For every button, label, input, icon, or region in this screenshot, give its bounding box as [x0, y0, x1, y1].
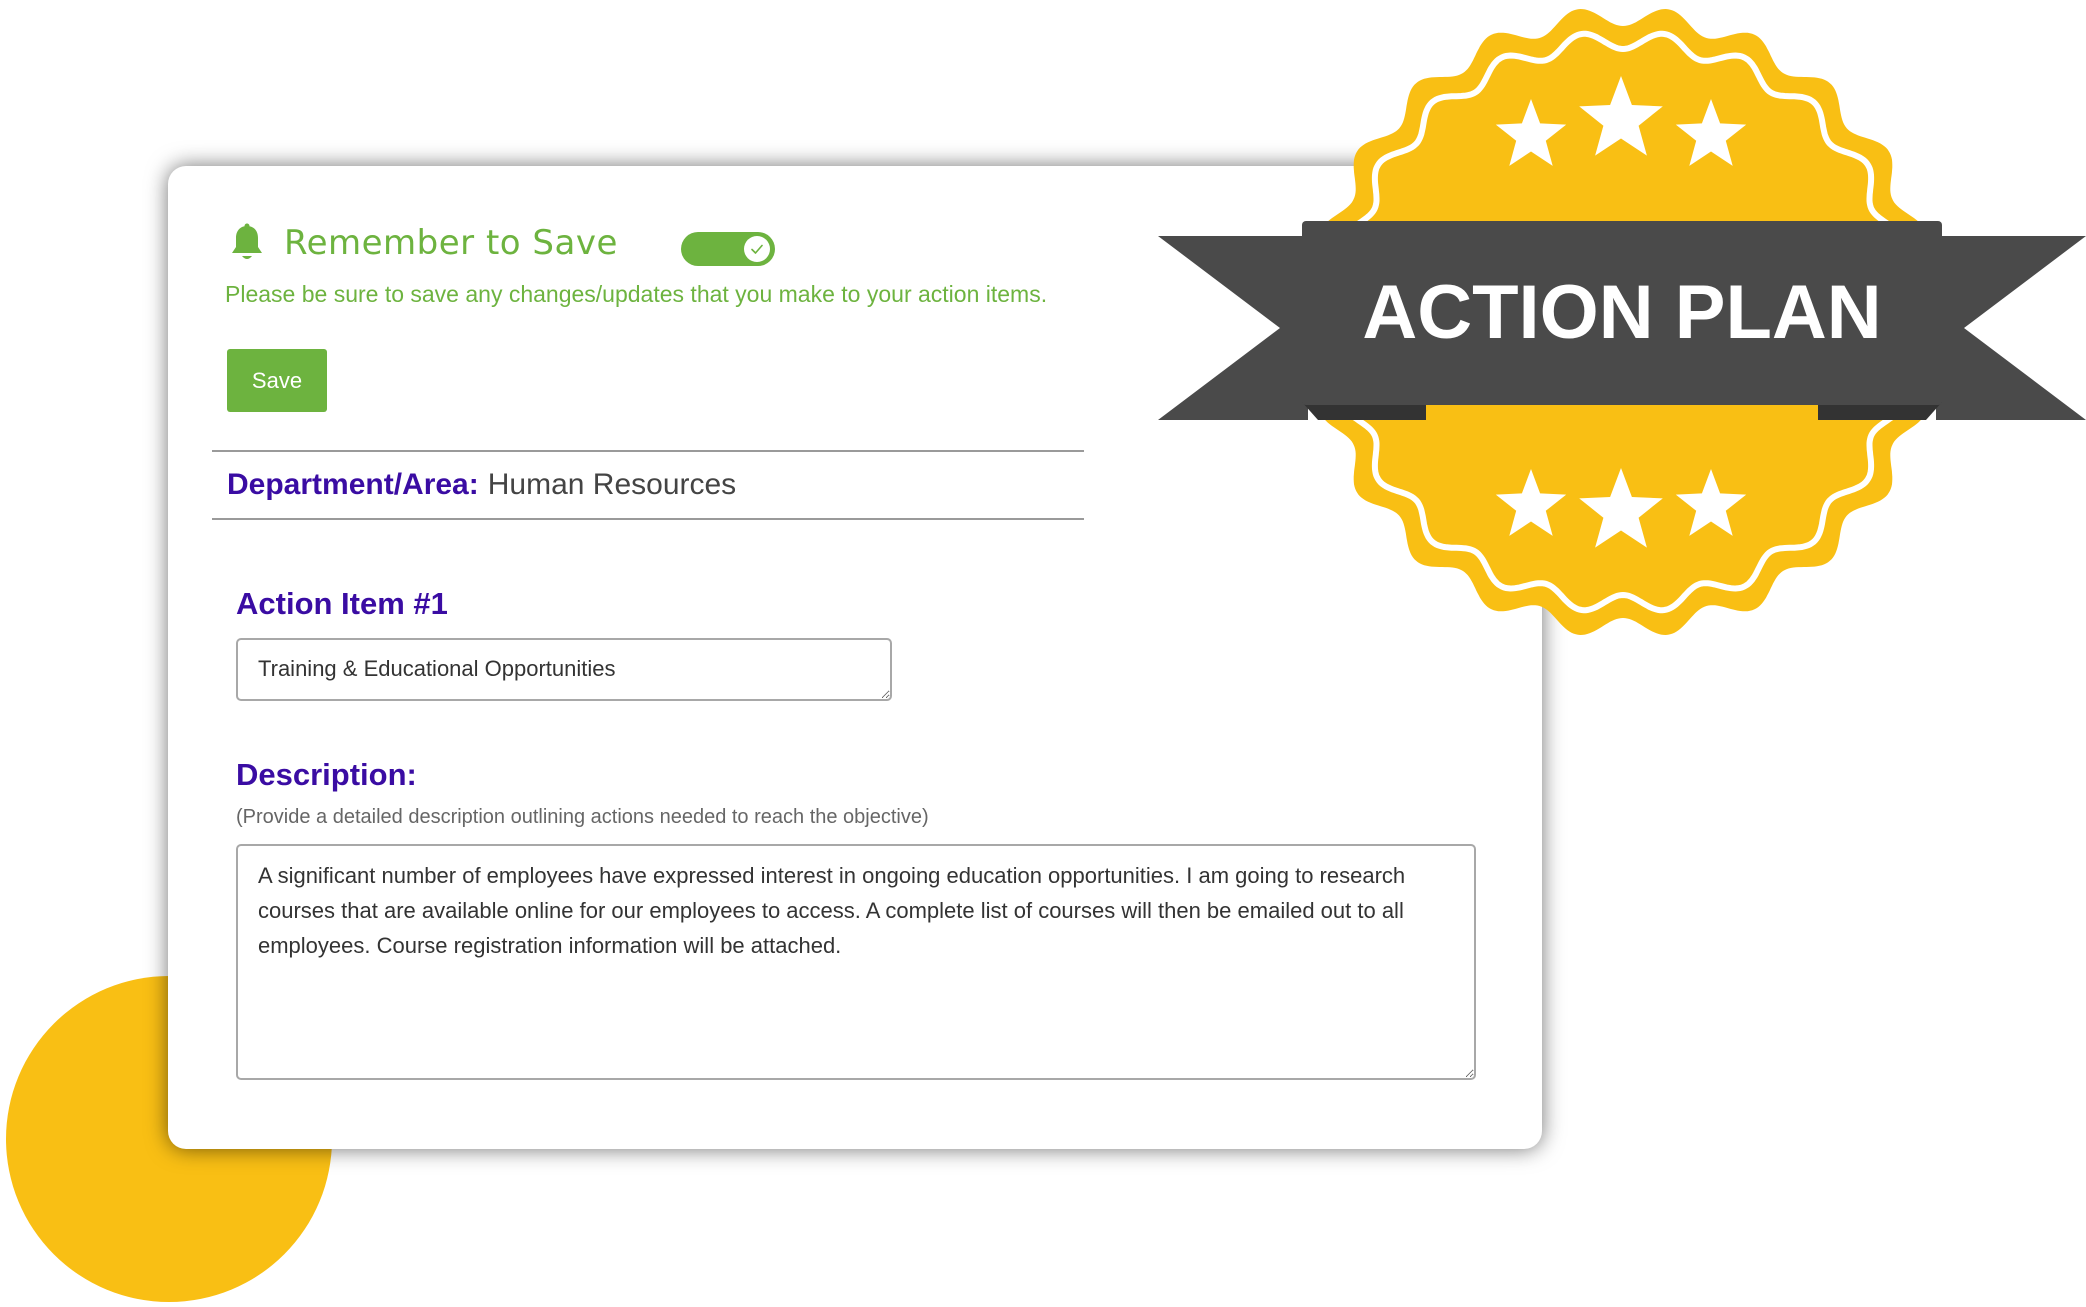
action-plan-badge: ACTION PLAN: [1158, 0, 2086, 640]
page: Remember to Save Please be sure to save …: [0, 0, 2086, 1307]
ribbon-left-tail: [1158, 236, 1308, 420]
badge-text: ACTION PLAN: [1362, 270, 1881, 355]
department-row: Department/Area: Human Resources: [212, 450, 1084, 520]
action-item-input[interactable]: Training & Educational Opportunities: [236, 638, 892, 701]
save-reminder-note: Please be sure to save any changes/updat…: [225, 281, 1048, 307]
save-button[interactable]: Save: [227, 349, 327, 412]
bell-icon: [230, 223, 264, 263]
description-title: Description:: [236, 757, 417, 792]
check-icon: [751, 244, 763, 254]
save-reminder-title: Remember to Save: [284, 223, 618, 263]
ribbon-right-tail: [1936, 236, 2086, 420]
department-value: Human Resources: [487, 468, 737, 501]
description-input[interactable]: A significant number of employees have e…: [236, 844, 1476, 1080]
department-label: Department/Area:: [227, 468, 479, 501]
description-hint: (Provide a detailed description outlinin…: [236, 806, 929, 828]
save-reminder-toggle[interactable]: [681, 232, 775, 266]
toggle-knob: [744, 236, 770, 262]
save-reminder-header: Remember to Save: [230, 223, 618, 263]
action-item-title: Action Item #1: [236, 586, 448, 621]
